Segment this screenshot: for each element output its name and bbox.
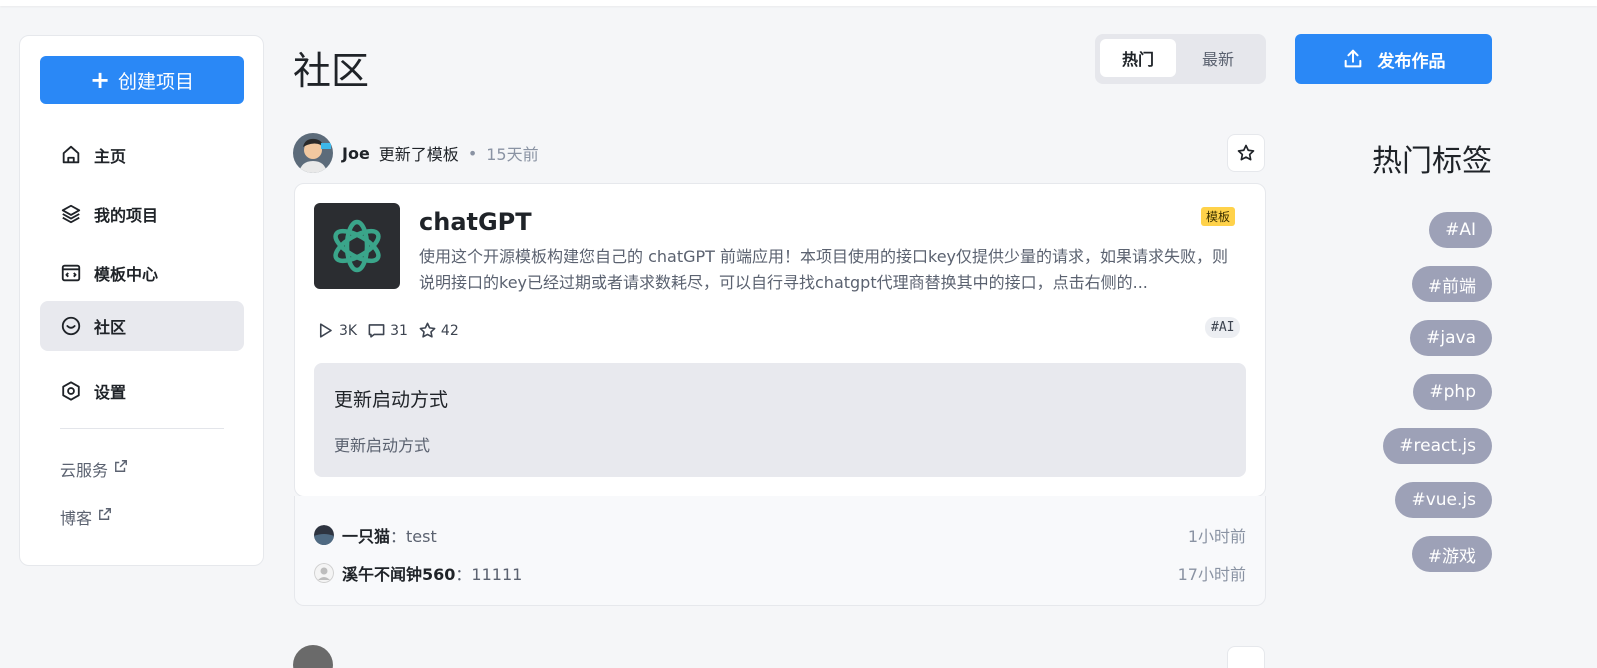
comment-text: 11111 xyxy=(471,565,523,584)
sidebar-item-label: 主页 xyxy=(94,147,127,166)
comment-author[interactable]: 一只猫 xyxy=(342,527,390,546)
sidebar-item-my-projects[interactable]: 我的项目 xyxy=(40,189,244,239)
project-title[interactable]: chatGPT xyxy=(419,208,532,236)
cloud-service-label: 云服务 xyxy=(60,461,109,480)
comment-separator: ： xyxy=(390,527,407,546)
create-project-label: 创建项目 xyxy=(118,70,195,93)
blog-link[interactable]: 博客 xyxy=(60,505,112,529)
list-item: 溪午不闻钟560：11111 17小时前 xyxy=(314,561,1246,585)
code-window-icon xyxy=(61,264,81,282)
template-badge: 模板 xyxy=(1201,207,1236,226)
post-header: Joe 更新了模板 • 15天前 xyxy=(293,133,539,173)
tag-reactjs[interactable]: #react.js xyxy=(1383,428,1492,464)
comment-time: 1小时前 xyxy=(1187,527,1246,546)
openai-logo-icon xyxy=(333,219,381,273)
tag-vuejs[interactable]: #vue.js xyxy=(1395,482,1492,518)
hot-tags-title: 热门标签 xyxy=(1372,144,1492,179)
publish-label: 发布作品 xyxy=(1377,51,1446,72)
project-description: 使用这个开源模板构建您自己的 chatGPT 前端应用！本项目使用的接口key仅… xyxy=(419,247,1229,292)
avatar[interactable] xyxy=(293,133,333,173)
list-item: 一只猫：test 1小时前 xyxy=(314,523,1246,547)
post-author[interactable]: Joe xyxy=(342,144,370,163)
project-tag[interactable]: #AI xyxy=(1205,317,1241,338)
create-project-button[interactable]: + 创建项目 xyxy=(40,56,244,104)
project-thumbnail[interactable] xyxy=(314,203,400,289)
tag-php[interactable]: #php xyxy=(1413,374,1492,410)
comment-author[interactable]: 溪午不闻钟560 xyxy=(342,565,455,584)
sidebar-item-label: 我的项目 xyxy=(94,206,159,225)
sidebar-item-label: 设置 xyxy=(94,383,127,402)
cloud-service-link[interactable]: 云服务 xyxy=(60,457,128,481)
favorite-button[interactable] xyxy=(1227,134,1265,172)
stars-count: 42 xyxy=(440,322,459,339)
avatar[interactable] xyxy=(314,563,334,583)
update-title: 更新启动方式 xyxy=(334,389,449,411)
layers-icon xyxy=(61,204,81,224)
avatar-image xyxy=(293,133,333,173)
blog-label: 博客 xyxy=(60,509,93,528)
external-link-icon xyxy=(99,508,111,520)
sidebar-item-templates[interactable]: 模板中心 xyxy=(40,248,244,298)
sidebar-item-community[interactable]: 社区 xyxy=(40,301,244,351)
gear-icon xyxy=(62,381,80,401)
tab-hot[interactable]: 热门 xyxy=(1100,39,1176,77)
sidebar-item-home[interactable]: 主页 xyxy=(40,130,244,180)
comment-separator: ： xyxy=(455,565,472,584)
comments-count: 31 xyxy=(390,322,408,339)
page-title: 社区 xyxy=(293,49,370,93)
tag-games[interactable]: #游戏 xyxy=(1411,536,1492,572)
sidebar-item-settings[interactable]: 设置 xyxy=(40,366,244,416)
post-action: 更新了模板 xyxy=(378,145,459,164)
update-note: 更新启动方式 更新启动方式 xyxy=(314,363,1246,477)
smile-icon xyxy=(61,316,81,336)
plays-count: 3K xyxy=(339,322,358,339)
star-icon xyxy=(1237,144,1255,161)
sort-toggle: 热门 最新 xyxy=(1095,34,1266,84)
comments-stat[interactable]: 31 xyxy=(367,321,408,340)
home-icon xyxy=(62,145,80,164)
upload-icon xyxy=(1344,49,1361,68)
plays-stat: 3K xyxy=(316,321,357,340)
project-card[interactable]: chatGPT 模板 使用这个开源模板构建您自己的 chatGPT 前端应用！本… xyxy=(294,183,1266,497)
publish-button[interactable]: 发布作品 xyxy=(1295,34,1492,84)
avatar[interactable] xyxy=(314,525,334,545)
plus-icon: + xyxy=(89,66,111,94)
stars-stat[interactable]: 42 xyxy=(418,321,459,340)
comment-icon xyxy=(368,324,385,338)
project-stats: 3K 31 42 xyxy=(316,321,459,340)
favorite-button[interactable] xyxy=(1227,646,1265,668)
sidebar: + 创建项目 主页 我的项目 模板中心 社区 设置 云服务 博客 xyxy=(19,35,264,566)
tag-java[interactable]: #java xyxy=(1410,320,1492,356)
comment-list: 一只猫：test 1小时前 溪午不闻钟560：11111 17小时前 xyxy=(294,496,1266,606)
avatar[interactable] xyxy=(293,645,333,668)
tab-latest[interactable]: 最新 xyxy=(1180,39,1256,77)
top-bar xyxy=(0,0,1597,6)
sidebar-item-label: 社区 xyxy=(94,318,127,337)
comment-text: test xyxy=(406,527,437,546)
external-link-icon xyxy=(115,460,127,472)
comment-time: 17小时前 xyxy=(1177,565,1246,584)
sidebar-divider xyxy=(60,428,224,429)
tag-ai[interactable]: #AI xyxy=(1429,212,1492,248)
post-time: 15天前 xyxy=(486,145,539,164)
star-icon xyxy=(419,322,436,338)
update-body: 更新启动方式 xyxy=(334,436,431,455)
separator-dot: • xyxy=(467,143,478,163)
sidebar-item-label: 模板中心 xyxy=(94,265,159,284)
tag-frontend[interactable]: #前端 xyxy=(1411,266,1492,302)
play-icon xyxy=(319,323,332,338)
